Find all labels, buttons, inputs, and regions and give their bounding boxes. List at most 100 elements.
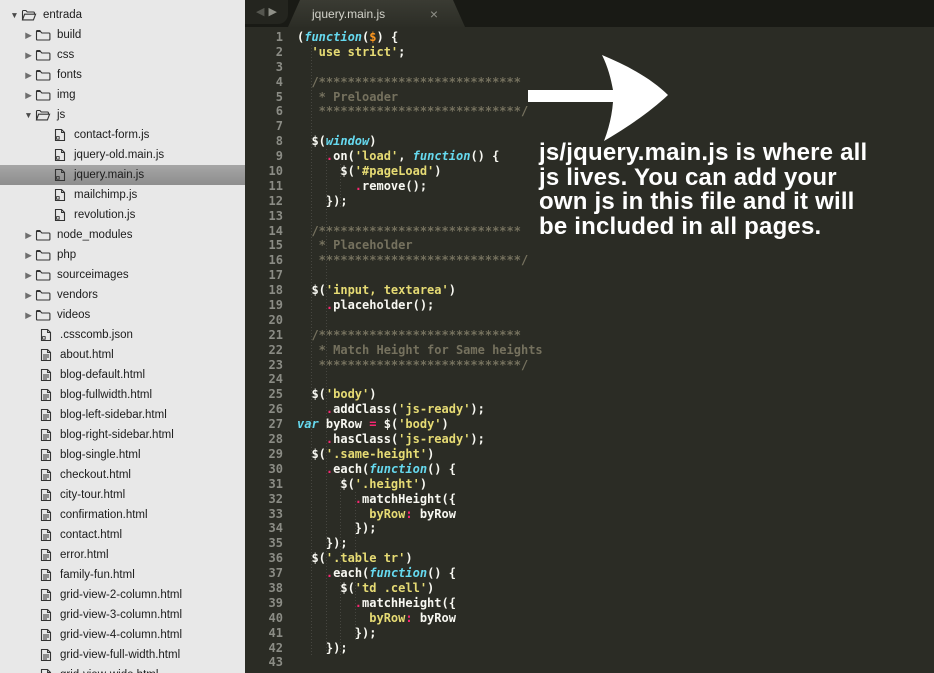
nav-forward-icon[interactable]: ▶ xyxy=(269,7,277,18)
code-line[interactable]: 26 .addClass('js-ready'); xyxy=(245,402,934,417)
code-line[interactable]: 43 xyxy=(245,655,934,670)
disclosure-expanded-icon[interactable]: ▼ xyxy=(8,5,21,25)
code-line[interactable]: 32 .matchHeight({ xyxy=(245,492,934,507)
code-text: var byRow = $('body') xyxy=(283,417,449,432)
sidebar-item-family-fun-html[interactable]: family-fun.html xyxy=(0,565,245,585)
item-label: city-tour.html xyxy=(60,489,125,501)
disclosure-collapsed-icon[interactable]: ▶ xyxy=(22,45,35,65)
file-html-icon xyxy=(38,508,54,523)
sidebar-item-revolution-js[interactable]: revolution.js xyxy=(0,205,245,225)
disclosure-collapsed-icon[interactable]: ▶ xyxy=(22,285,35,305)
item-label: sourceimages xyxy=(57,269,129,281)
item-label: .csscomb.json xyxy=(60,329,133,341)
code-line[interactable]: 20 xyxy=(245,313,934,328)
sidebar-item-jquery-main-js[interactable]: jquery.main.js xyxy=(0,165,245,185)
code-line[interactable]: 31 $('.height') xyxy=(245,477,934,492)
sidebar-item-js[interactable]: ▼js xyxy=(0,105,245,125)
code-line[interactable]: 19 .placeholder(); xyxy=(245,298,934,313)
sidebar-item-blog-single-html[interactable]: blog-single.html xyxy=(0,445,245,465)
sidebar-item-jquery-old-main-js[interactable]: jquery-old.main.js xyxy=(0,145,245,165)
line-number: 14 xyxy=(245,224,283,239)
code-line[interactable]: 27var byRow = $('body') xyxy=(245,417,934,432)
code-line[interactable]: 17 xyxy=(245,268,934,283)
sidebar-item-error-html[interactable]: error.html xyxy=(0,545,245,565)
disclosure-expanded-icon[interactable]: ▼ xyxy=(22,105,35,125)
sidebar-item-csscomb-json[interactable]: .csscomb.json xyxy=(0,325,245,345)
disclosure-collapsed-icon[interactable]: ▶ xyxy=(22,85,35,105)
item-label: jquery-old.main.js xyxy=(74,149,164,161)
line-number: 10 xyxy=(245,164,283,179)
sidebar-item-blog-left-sidebar-html[interactable]: blog-left-sidebar.html xyxy=(0,405,245,425)
sidebar-item-grid-view-full-width-html[interactable]: grid-view-full-width.html xyxy=(0,645,245,665)
sidebar-item-img[interactable]: ▶img xyxy=(0,85,245,105)
file-html-icon xyxy=(38,628,54,643)
code-line[interactable]: 22 * Match Height for Same heights xyxy=(245,343,934,358)
file-html-icon xyxy=(38,348,54,363)
sidebar-item-checkout-html[interactable]: checkout.html xyxy=(0,465,245,485)
tab-close-icon[interactable]: × xyxy=(430,7,438,21)
disclosure-collapsed-icon[interactable]: ▶ xyxy=(22,225,35,245)
sidebar-item-city-tour-html[interactable]: city-tour.html xyxy=(0,485,245,505)
code-line[interactable]: 37 .each(function() { xyxy=(245,566,934,581)
disclosure-collapsed-icon[interactable]: ▶ xyxy=(22,25,35,45)
line-number: 12 xyxy=(245,194,283,209)
code-line[interactable]: 29 $('.same-height') xyxy=(245,447,934,462)
nav-back-icon[interactable]: ◀ xyxy=(256,7,264,18)
code-line[interactable]: 25 $('body') xyxy=(245,387,934,402)
disclosure-collapsed-icon[interactable]: ▶ xyxy=(22,65,35,85)
item-label: family-fun.html xyxy=(60,569,135,581)
sidebar-item-mailchimp-js[interactable]: mailchimp.js xyxy=(0,185,245,205)
code-text xyxy=(283,268,297,283)
sidebar-item-sourceimages[interactable]: ▶ sourceimages xyxy=(0,265,245,285)
disclosure-collapsed-icon[interactable]: ▶ xyxy=(22,305,35,325)
code-line[interactable]: 40 byRow: byRow xyxy=(245,611,934,626)
sidebar-item-node-modules[interactable]: ▶node_modules xyxy=(0,225,245,245)
sidebar-item-blog-fullwidth-html[interactable]: blog-fullwidth.html xyxy=(0,385,245,405)
folder-icon xyxy=(35,228,51,243)
code-text: $('body') xyxy=(283,387,377,402)
code-text: .matchHeight({ xyxy=(283,596,456,611)
item-label: grid-view-full-width.html xyxy=(60,649,180,661)
sidebar-item-grid-view-3-column-html[interactable]: grid-view-3-column.html xyxy=(0,605,245,625)
folder-open-icon xyxy=(21,8,37,23)
sidebar-item-fonts[interactable]: ▶fonts xyxy=(0,65,245,85)
sidebar-item-grid-view-2-column-html[interactable]: grid-view-2-column.html xyxy=(0,585,245,605)
file-html-icon xyxy=(38,528,54,543)
sidebar-item-grid-view-4-column-html[interactable]: grid-view-4-column.html xyxy=(0,625,245,645)
sidebar-item-vendors[interactable]: ▶vendors xyxy=(0,285,245,305)
code-line[interactable]: 24 xyxy=(245,372,934,387)
code-line[interactable]: 34 }); xyxy=(245,521,934,536)
code-line[interactable]: 42 }); xyxy=(245,641,934,656)
code-line[interactable]: 36 $('.table tr') xyxy=(245,551,934,566)
sidebar-item-blog-right-sidebar-html[interactable]: blog-right-sidebar.html xyxy=(0,425,245,445)
sidebar-item-contact-html[interactable]: contact.html xyxy=(0,525,245,545)
tab-jquery-main-js[interactable]: jquery.main.js × xyxy=(288,0,465,27)
code-line[interactable]: 41 }); xyxy=(245,626,934,641)
code-line[interactable]: 21 /**************************** xyxy=(245,328,934,343)
code-line[interactable]: 39 .matchHeight({ xyxy=(245,596,934,611)
disclosure-collapsed-icon[interactable]: ▶ xyxy=(22,245,35,265)
code-line[interactable]: 33 byRow: byRow xyxy=(245,507,934,522)
code-line[interactable]: 1(function($) { xyxy=(245,30,934,45)
code-line[interactable]: 28 .hasClass('js-ready'); xyxy=(245,432,934,447)
sidebar-item-blog-default-html[interactable]: blog-default.html xyxy=(0,365,245,385)
folder-icon xyxy=(35,88,51,103)
disclosure-collapsed-icon[interactable]: ▶ xyxy=(22,265,35,285)
file-html-icon xyxy=(38,568,54,583)
code-line[interactable]: 38 $('td .cell') xyxy=(245,581,934,596)
code-line[interactable]: 18 $('input, textarea') xyxy=(245,283,934,298)
code-line[interactable]: 16 ****************************/ xyxy=(245,253,934,268)
sidebar-item-entrada[interactable]: ▼entrada xyxy=(0,5,245,25)
sidebar-item-contact-form-js[interactable]: contact-form.js xyxy=(0,125,245,145)
sidebar-item-grid-view-wide-html[interactable]: grid-view-wide.html xyxy=(0,665,245,673)
sidebar-item-about-html[interactable]: about.html xyxy=(0,345,245,365)
code-line[interactable]: 23 ****************************/ xyxy=(245,358,934,373)
sidebar-item-build[interactable]: ▶build xyxy=(0,25,245,45)
sidebar-item-confirmation-html[interactable]: confirmation.html xyxy=(0,505,245,525)
sidebar-item-videos[interactable]: ▶videos xyxy=(0,305,245,325)
code-line[interactable]: 35 }); xyxy=(245,536,934,551)
sidebar-item-php[interactable]: ▶php xyxy=(0,245,245,265)
code-line[interactable]: 30 .each(function() { xyxy=(245,462,934,477)
sidebar-item-css[interactable]: ▶css xyxy=(0,45,245,65)
code-line[interactable]: 15 * Placeholder xyxy=(245,238,934,253)
